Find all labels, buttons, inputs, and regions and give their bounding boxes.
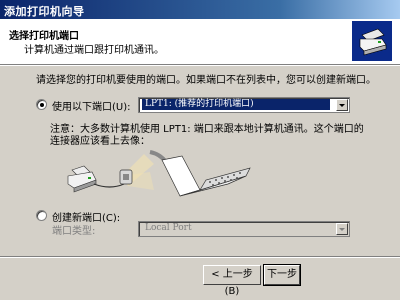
page-title: 选择打印机端口 [9, 31, 79, 42]
lpt-port-icon [119, 169, 133, 185]
parallel-connector-icon [149, 150, 251, 197]
use-port-shortcut: (U): [112, 102, 131, 113]
port-type-label: 端口类型: [52, 226, 96, 237]
create-port-shortcut: (C): [102, 213, 121, 224]
port-select[interactable]: LPT1: (推荐的打印机端口) [138, 97, 350, 113]
port-type-value: Local Port [145, 223, 192, 233]
lpt-connector-illustration [67, 150, 251, 197]
wizard-header: 选择打印机端口 计算机通过端口跟打印机通讯。 [0, 19, 400, 64]
chevron-down-icon[interactable] [336, 99, 348, 111]
port-type-select[interactable]: Local Port [138, 221, 350, 237]
use-port-label[interactable]: 使用以下端口(U): [52, 98, 131, 113]
title-bar: 添加打印机向导 [0, 0, 400, 19]
use-port-radio[interactable] [36, 99, 47, 110]
next-button[interactable]: 下一步 [263, 264, 301, 286]
note-text: 注意：大多数计算机使用 LPT1: 端口来跟本地计算机通讯。这个端口的连接器应该… [50, 124, 364, 147]
page-subtitle: 计算机通过端口跟打印机通讯。 [24, 45, 164, 56]
header-separator [0, 64, 400, 66]
intro-text: 请选择您的打印机要使用的端口。如果端口不在列表中，您可以创建新端口。 [36, 75, 376, 86]
window-title: 添加打印机向导 [4, 5, 85, 18]
printer-icon [67, 165, 97, 193]
port-select-value: LPT1: (推荐的打印机端口) [142, 99, 330, 110]
create-port-radio[interactable] [36, 210, 47, 221]
chevron-down-icon[interactable] [336, 223, 348, 235]
footer-separator [0, 256, 400, 258]
printer-wizard-icon [352, 21, 392, 61]
use-port-label-text: 使用以下端口 [52, 102, 112, 113]
back-button[interactable]: < 上一步(B) [203, 265, 261, 297]
